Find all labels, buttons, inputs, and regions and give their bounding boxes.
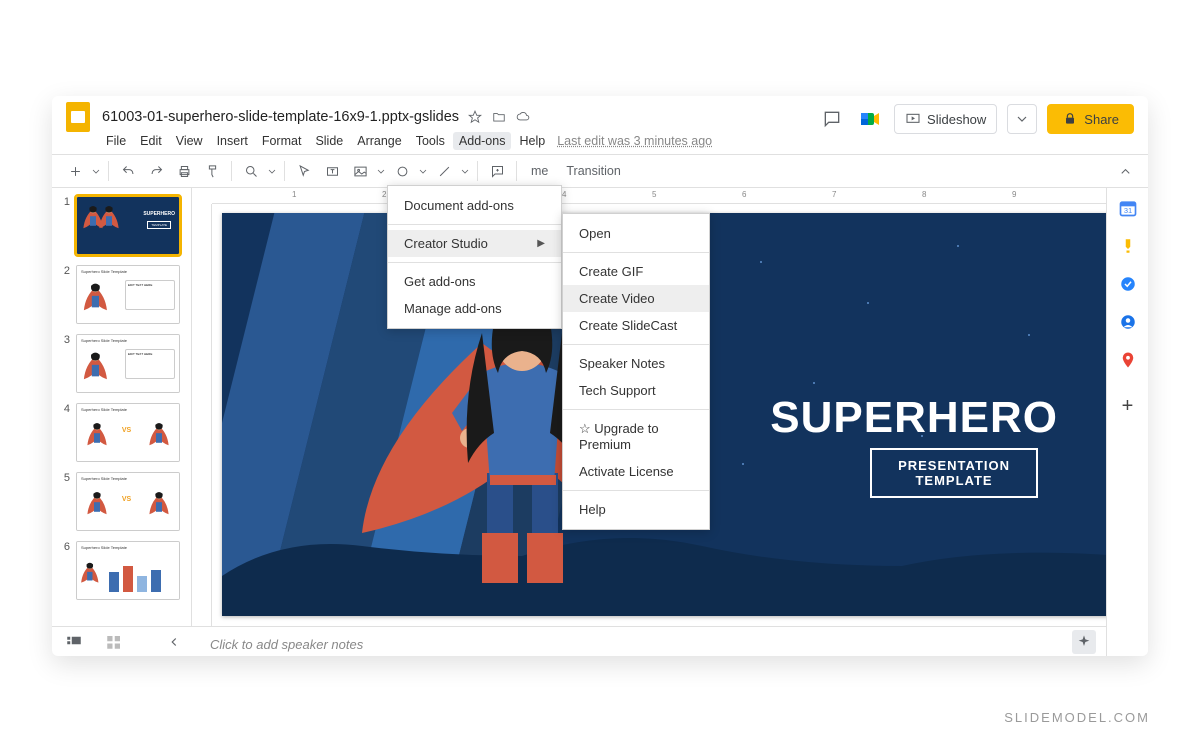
thumbnail-2[interactable]: Superhero Slide TemplateEDIT TEXT HERE xyxy=(76,265,180,324)
slide-subtitle-2: TEMPLATE xyxy=(898,473,1010,488)
addons-item-2[interactable]: Get add-ons xyxy=(388,268,561,295)
explore-button[interactable] xyxy=(1072,630,1096,654)
menu-view[interactable]: View xyxy=(170,132,209,150)
zoom-button[interactable] xyxy=(238,158,264,184)
creator-item-7[interactable]: Activate License xyxy=(563,458,709,485)
creator-item-2[interactable]: Create Video xyxy=(563,285,709,312)
menu-bar: FileEditViewInsertFormatSlideArrangeTool… xyxy=(52,132,1148,154)
slideshow-label: Slideshow xyxy=(927,112,986,127)
menu-file[interactable]: File xyxy=(100,132,132,150)
horizontal-ruler: 123456789 xyxy=(212,188,1128,204)
cloud-saved-icon[interactable] xyxy=(515,109,531,125)
calendar-icon[interactable]: 31 xyxy=(1118,198,1138,218)
creator-studio-submenu: Open Create GIFCreate VideoCreate SlideCa… xyxy=(562,213,710,530)
line-tool[interactable] xyxy=(431,158,457,184)
view-bar xyxy=(52,626,1106,656)
separator xyxy=(284,161,285,181)
paint-format-button[interactable] xyxy=(199,158,225,184)
thumbnail-3[interactable]: Superhero Slide TemplateEDIT TEXT HERE xyxy=(76,334,180,393)
image-dropdown[interactable] xyxy=(375,158,387,184)
print-button[interactable] xyxy=(171,158,197,184)
textbox-tool[interactable] xyxy=(319,158,345,184)
slideshow-dropdown-button[interactable] xyxy=(1007,104,1037,134)
collapse-panel-button[interactable] xyxy=(1112,158,1138,184)
comments-icon[interactable] xyxy=(818,105,846,133)
select-tool[interactable] xyxy=(291,158,317,184)
attribution-text: SLIDEMODEL.COM xyxy=(1004,710,1150,725)
side-panel: 31 + xyxy=(1106,188,1148,656)
new-slide-button[interactable] xyxy=(62,158,88,184)
addons-menu: Document add-ons Creator Studio▶ Get add-o… xyxy=(387,185,562,329)
menu-slide[interactable]: Slide xyxy=(309,132,349,150)
addons-item-0[interactable]: Document add-ons xyxy=(388,192,561,219)
title-block: 61003-01-superhero-slide-template-16x9-1… xyxy=(102,109,531,125)
menu-tools[interactable]: Tools xyxy=(410,132,451,150)
thumbnail-6[interactable]: Superhero Slide Template xyxy=(76,541,180,600)
creator-item-5[interactable]: Tech Support xyxy=(563,377,709,404)
creator-item-3[interactable]: Create SlideCast xyxy=(563,312,709,339)
creator-item-8[interactable]: Help xyxy=(563,496,709,523)
slide-subtitle-1: PRESENTATION xyxy=(898,458,1010,473)
separator xyxy=(108,161,109,181)
slide-subtitle-box: PRESENTATION TEMPLATE xyxy=(870,448,1038,498)
keep-icon[interactable] xyxy=(1118,236,1138,256)
slides-logo-icon[interactable] xyxy=(64,99,92,135)
menu-edit[interactable]: Edit xyxy=(134,132,168,150)
share-label: Share xyxy=(1084,112,1119,127)
redo-button[interactable] xyxy=(143,158,169,184)
toolbar: me Transition xyxy=(52,154,1148,188)
svg-text:31: 31 xyxy=(1123,206,1131,215)
maps-icon[interactable] xyxy=(1118,350,1138,370)
separator xyxy=(516,161,517,181)
image-tool[interactable] xyxy=(347,158,373,184)
thumbnail-5[interactable]: Superhero Slide TemplateVS xyxy=(76,472,180,531)
addons-item-1[interactable]: Creator Studio▶ xyxy=(388,230,561,257)
comment-button[interactable] xyxy=(484,158,510,184)
title-row: 61003-01-superhero-slide-template-16x9-1… xyxy=(102,109,531,125)
theme-label-partial[interactable]: me xyxy=(523,164,556,178)
menu-help[interactable]: Help xyxy=(513,132,551,150)
thumbnail-4[interactable]: Superhero Slide TemplateVS xyxy=(76,403,180,462)
transition-button[interactable]: Transition xyxy=(558,164,628,178)
move-folder-icon[interactable] xyxy=(491,109,507,125)
last-edit-text[interactable]: Last edit was 3 minutes ago xyxy=(557,134,712,148)
separator xyxy=(477,161,478,181)
contacts-icon[interactable] xyxy=(1118,312,1138,332)
star-icon[interactable] xyxy=(467,109,483,125)
filmstrip-view-icon[interactable] xyxy=(64,632,84,652)
creator-item-4[interactable]: Speaker Notes xyxy=(563,350,709,377)
slideshow-button[interactable]: Slideshow xyxy=(894,104,997,134)
separator xyxy=(231,161,232,181)
thumbnail-panel: 1SUPERHEROTEMPLATE2Superhero Slide Templ… xyxy=(52,188,192,626)
slide-title: SUPERHERO xyxy=(770,393,1058,443)
vertical-ruler xyxy=(192,204,212,626)
tasks-icon[interactable] xyxy=(1118,274,1138,294)
line-dropdown[interactable] xyxy=(459,158,471,184)
creator-item-1[interactable]: Create GIF xyxy=(563,258,709,285)
creator-item-0[interactable]: Open xyxy=(563,220,709,247)
menu-add-ons[interactable]: Add-ons xyxy=(453,132,512,150)
creator-item-6[interactable]: ☆ Upgrade to Premium xyxy=(563,415,709,458)
slides-window: 61003-01-superhero-slide-template-16x9-1… xyxy=(52,96,1148,656)
menu-insert[interactable]: Insert xyxy=(211,132,254,150)
new-slide-dropdown[interactable] xyxy=(90,158,102,184)
menu-format[interactable]: Format xyxy=(256,132,308,150)
addons-item-3[interactable]: Manage add-ons xyxy=(388,295,561,322)
shape-dropdown[interactable] xyxy=(417,158,429,184)
undo-button[interactable] xyxy=(115,158,141,184)
menu-arrange[interactable]: Arrange xyxy=(351,132,407,150)
shape-tool[interactable] xyxy=(389,158,415,184)
doc-title[interactable]: 61003-01-superhero-slide-template-16x9-1… xyxy=(102,109,459,125)
zoom-dropdown[interactable] xyxy=(266,158,278,184)
share-button[interactable]: Share xyxy=(1047,104,1134,134)
meet-icon[interactable] xyxy=(856,105,884,133)
thumbnail-1[interactable]: SUPERHEROTEMPLATE xyxy=(76,196,180,255)
grid-view-icon[interactable] xyxy=(104,632,124,652)
add-addon-icon[interactable]: + xyxy=(1118,396,1138,416)
header-right: Slideshow Share xyxy=(818,104,1134,134)
collapse-filmstrip-icon[interactable] xyxy=(164,632,184,652)
